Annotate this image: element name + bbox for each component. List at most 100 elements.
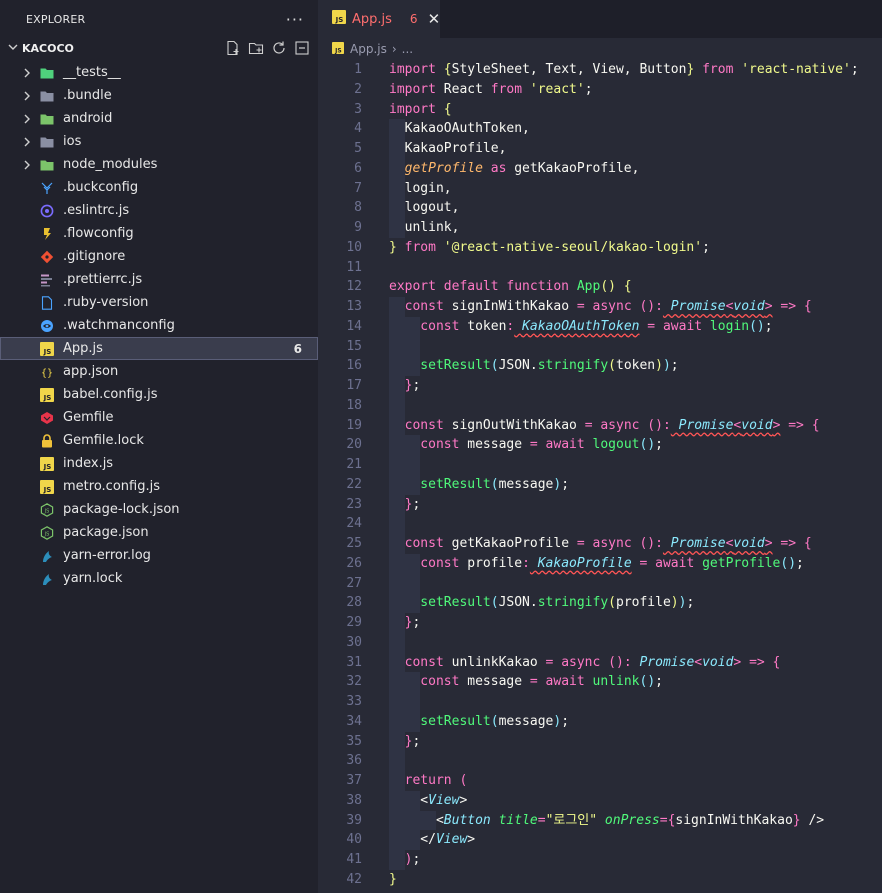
chevron-right-icon xyxy=(22,160,40,170)
file-item[interactable]: yarn-error.log xyxy=(0,544,318,567)
item-label: __tests__ xyxy=(63,65,121,80)
code-token: await xyxy=(537,437,585,453)
refresh-icon[interactable] xyxy=(270,40,287,57)
code-token: async xyxy=(584,299,632,314)
code-token: () xyxy=(749,318,765,334)
code-token: 'react-native' xyxy=(733,62,851,77)
code-line: 38 <View> xyxy=(318,790,882,811)
code-token: import xyxy=(389,62,436,77)
code-text: }; xyxy=(389,732,421,752)
folder-item[interactable]: __tests__ xyxy=(0,61,318,84)
file-item[interactable]: JS index.js xyxy=(0,452,318,475)
code-token: ( xyxy=(608,595,616,611)
code-text: import { xyxy=(389,100,452,120)
svg-text:JS: JS xyxy=(43,463,52,471)
code-line: 2 import React from 'react'; xyxy=(318,80,882,100)
code-line: 35 }; xyxy=(318,731,882,752)
line-number: 1 xyxy=(354,62,362,77)
code-token: void xyxy=(733,299,765,314)
line-number: 40 xyxy=(346,832,362,848)
file-item[interactable]: .buckconfig xyxy=(0,176,318,199)
code-token: const xyxy=(389,417,444,433)
line-number: 35 xyxy=(346,733,362,749)
code-token: KakaoOAuthToken, xyxy=(389,121,530,137)
breadcrumb-symbol[interactable]: ... xyxy=(402,42,413,56)
lock-icon xyxy=(40,433,54,448)
code-token: View xyxy=(428,792,460,808)
file-item[interactable]: JS App.js 6 xyxy=(0,337,318,360)
file-item[interactable]: JS package.json xyxy=(0,521,318,544)
item-label: metro.config.js xyxy=(63,479,160,494)
code-text: const message = await logout(); xyxy=(389,435,663,455)
close-icon[interactable]: ✕ xyxy=(428,10,441,28)
tab-bar: JS App.js 6 ✕ xyxy=(318,0,882,38)
code-editor[interactable]: 1 import {StyleSheet, Text, View, Button}… xyxy=(318,60,882,890)
file-item[interactable]: yarn.lock xyxy=(0,567,318,590)
folder-item[interactable]: ios xyxy=(0,130,318,153)
code-text: import React from 'react'; xyxy=(389,80,593,100)
code-text: const signInWithKakao = async (): Promis… xyxy=(389,297,812,317)
code-text: }; xyxy=(389,376,421,396)
code-token: onPress xyxy=(597,812,660,828)
code-token: const xyxy=(389,555,460,571)
code-token: JSON. xyxy=(498,358,538,374)
code-token: } xyxy=(792,812,801,828)
new-folder-icon[interactable] xyxy=(247,40,264,57)
folder-icon xyxy=(40,89,54,103)
code-text: setResult(JSON.stringify(token)); xyxy=(389,356,678,376)
code-token: token xyxy=(616,358,656,374)
indent-guide xyxy=(389,751,405,771)
code-token: stringify xyxy=(537,595,609,611)
file-item[interactable]: JS babel.config.js xyxy=(0,383,318,406)
explorer-header: EXPLORER ··· xyxy=(0,0,318,38)
file-item[interactable]: .prettierrc.js xyxy=(0,268,318,291)
file-item[interactable]: JS package-lock.json xyxy=(0,498,318,521)
code-text: ); xyxy=(389,850,421,870)
code-token: setResult xyxy=(389,476,491,492)
code-line: 12 export default function App() { xyxy=(318,277,882,297)
code-token: ; xyxy=(412,496,421,512)
file-item[interactable]: {} app.json xyxy=(0,360,318,383)
project-section-header[interactable]: KACOCO xyxy=(0,38,318,58)
code-text: <View> xyxy=(389,791,467,811)
code-line: 19 const signOutWithKakao = async (): Pr… xyxy=(318,415,882,436)
breadcrumb-file[interactable]: App.js xyxy=(350,42,387,56)
collapse-all-icon[interactable] xyxy=(293,40,310,57)
more-actions-icon[interactable]: ··· xyxy=(286,10,304,29)
item-label: .bundle xyxy=(63,88,112,103)
file-item[interactable]: .ruby-version xyxy=(0,291,318,314)
file-item[interactable]: .eslintrc.js xyxy=(0,199,318,222)
line-number: 25 xyxy=(346,536,362,551)
code-token: ; xyxy=(412,378,421,393)
code-token: => xyxy=(741,654,765,670)
new-file-icon[interactable] xyxy=(224,40,241,57)
code-token: React xyxy=(435,81,483,97)
file-item[interactable]: .watchmanconfig xyxy=(0,314,318,337)
code-text: const getKakaoProfile = async (): Promis… xyxy=(389,534,812,554)
indent-guide xyxy=(404,336,421,357)
code-token: < xyxy=(694,654,703,670)
folder-item[interactable]: node_modules xyxy=(0,153,318,176)
code-token: /> xyxy=(800,812,825,828)
folder-item[interactable]: android xyxy=(0,107,318,130)
file-item[interactable]: .gitignore xyxy=(0,245,318,268)
code-line: 1 import {StyleSheet, Text, View, Button}… xyxy=(318,60,882,80)
code-token: signInWithKakao xyxy=(675,812,793,828)
file-item[interactable]: Gemfile xyxy=(0,406,318,429)
code-token: () xyxy=(639,674,656,690)
code-token: return xyxy=(389,773,452,788)
line-number: 32 xyxy=(346,674,362,690)
folder-item[interactable]: .bundle xyxy=(0,84,318,107)
file-item[interactable]: .flowconfig xyxy=(0,222,318,245)
code-token: login, xyxy=(389,180,452,196)
problem-count-badge: 6 xyxy=(409,12,418,26)
code-token: void xyxy=(733,536,765,551)
code-token: profile xyxy=(459,555,523,571)
tab-app-js[interactable]: JS App.js 6 ✕ xyxy=(318,0,440,38)
code-token: stringify xyxy=(537,358,609,374)
code-line: 40 </View> xyxy=(318,830,882,850)
file-item[interactable]: Gemfile.lock xyxy=(0,429,318,452)
line-number: 27 xyxy=(346,575,362,591)
code-token: getProfile xyxy=(389,160,483,176)
file-item[interactable]: JS metro.config.js xyxy=(0,475,318,498)
